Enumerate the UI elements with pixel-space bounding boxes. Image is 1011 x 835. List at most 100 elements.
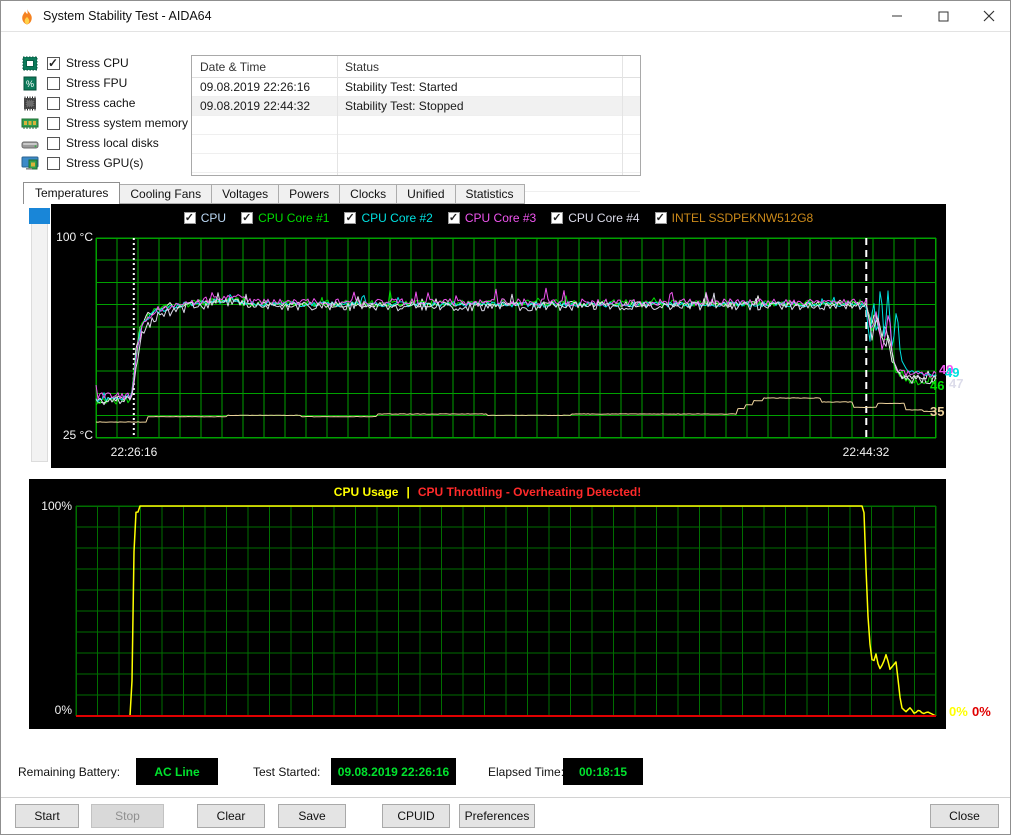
legend-item-core3[interactable]: CPU Core #3 xyxy=(447,211,537,225)
legend-core1-label: CPU Core #1 xyxy=(258,211,330,225)
temperature-chart xyxy=(95,237,937,439)
flame-app-icon xyxy=(22,9,32,25)
minimize-button[interactable] xyxy=(874,1,920,31)
log-datetime: 09.08.2019 22:44:32 xyxy=(200,99,311,113)
temperature-legend: CPU CPU Core #1 CPU Core #2 CPU Core #3 … xyxy=(51,208,946,228)
cpu-icon xyxy=(22,56,38,70)
test-started-value-box: 09.08.2019 22:26:16 xyxy=(331,758,456,785)
clear-button[interactable]: Clear xyxy=(197,804,265,828)
window-title: System Stability Test - AIDA64 xyxy=(43,9,212,23)
temp-value-core1: 46 xyxy=(930,378,945,393)
temperature-scale-slider-handle[interactable] xyxy=(29,208,50,224)
test-started-value: 09.08.2019 22:26:16 xyxy=(337,764,450,779)
column-header-status[interactable]: Status xyxy=(337,60,640,74)
titlebar: System Stability Test - AIDA64 xyxy=(1,1,1010,32)
legend-ssd-checkbox[interactable] xyxy=(654,211,667,224)
cpuid-button[interactable]: CPUID xyxy=(382,804,450,828)
stop-button[interactable]: Stop xyxy=(91,804,164,828)
elapsed-time-value: 00:18:15 xyxy=(578,764,628,779)
stress-cpu-row[interactable]: Stress CPU xyxy=(21,53,188,73)
table-row[interactable]: 09.08.2019 22:26:16 Stability Test: Star… xyxy=(192,78,640,97)
close-icon xyxy=(983,10,995,22)
stress-memory-row[interactable]: Stress system memory xyxy=(21,113,188,133)
tab-temperatures[interactable]: Temperatures xyxy=(23,182,121,204)
elapsed-time-value-box: 00:18:15 xyxy=(563,758,643,785)
tab-statistics[interactable]: Statistics xyxy=(454,184,525,204)
stress-gpu-checkbox[interactable] xyxy=(47,156,60,170)
memory-icon xyxy=(21,118,39,129)
stress-fpu-label: Stress FPU xyxy=(66,76,128,90)
table-row[interactable]: 09.08.2019 22:44:32 Stability Test: Stop… xyxy=(192,97,640,116)
temperature-scale-track[interactable] xyxy=(31,210,48,462)
test-started-label: Test Started: xyxy=(253,765,321,779)
legend-cpu-label: CPU xyxy=(200,211,227,225)
temp-x-start-label: 22:26:16 xyxy=(110,445,158,459)
stress-cache-row[interactable]: Stress cache xyxy=(21,93,188,113)
battery-label: Remaining Battery: xyxy=(18,765,121,779)
stress-memory-checkbox[interactable] xyxy=(47,116,60,130)
usage-title-separator: | xyxy=(406,485,410,499)
stress-fpu-row[interactable]: % Stress FPU xyxy=(21,73,188,93)
tab-cooling-fans[interactable]: Cooling Fans xyxy=(119,184,213,204)
battery-value-box: AC Line xyxy=(136,758,218,785)
event-log-table: Date & Time Status 09.08.2019 22:26:16 S… xyxy=(191,55,641,192)
table-empty-row xyxy=(192,116,640,135)
stress-disks-checkbox[interactable] xyxy=(47,136,60,150)
table-header-row: Date & Time Status xyxy=(192,56,640,78)
legend-core2-checkbox[interactable] xyxy=(344,211,357,224)
stress-cpu-checkbox[interactable] xyxy=(47,56,60,70)
column-header-datetime[interactable]: Date & Time xyxy=(192,60,337,74)
legend-cpu-checkbox[interactable] xyxy=(183,211,196,224)
preferences-button[interactable]: Preferences xyxy=(459,804,535,828)
stress-disks-label: Stress local disks xyxy=(66,136,159,150)
stress-gpu-row[interactable]: Stress GPU(s) xyxy=(21,153,188,173)
temp-value-ssd: 35 xyxy=(930,404,945,419)
table-column-divider-2 xyxy=(622,56,623,175)
maximize-icon xyxy=(938,11,948,21)
legend-item-core1[interactable]: CPU Core #1 xyxy=(241,211,329,225)
legend-item-ssd[interactable]: INTEL SSDPEKNW512G8 xyxy=(654,211,813,225)
log-status: Stability Test: Started xyxy=(345,80,458,94)
legend-core3-label: CPU Core #3 xyxy=(464,211,537,225)
tab-clocks[interactable]: Clocks xyxy=(339,184,398,204)
disk-icon xyxy=(21,141,39,148)
log-datetime: 09.08.2019 22:26:16 xyxy=(200,80,311,94)
close-button[interactable]: Close xyxy=(930,804,999,828)
legend-core1-checkbox[interactable] xyxy=(241,211,254,224)
cache-icon xyxy=(24,96,36,110)
chart-tabs: Temperatures Cooling Fans Voltages Power… xyxy=(23,182,525,204)
usage-value-yellow: 0% xyxy=(949,704,968,719)
table-column-divider xyxy=(337,56,338,175)
tab-voltages[interactable]: Voltages xyxy=(211,184,280,204)
usage-y-min-label: 0% xyxy=(54,703,72,717)
tab-unified[interactable]: Unified xyxy=(396,184,456,204)
save-button[interactable]: Save xyxy=(278,804,346,828)
stress-gpu-label: Stress GPU(s) xyxy=(66,156,144,170)
cpu-usage-panel: CPU Usage | CPU Throttling - Overheating… xyxy=(29,479,946,729)
start-button[interactable]: Start xyxy=(15,804,79,828)
legend-core3-checkbox[interactable] xyxy=(447,211,460,224)
system-stability-test-window: System Stability Test - AIDA64 Stress CP… xyxy=(0,0,1011,835)
table-empty-row xyxy=(192,154,640,173)
elapsed-time-label: Elapsed Time: xyxy=(488,765,565,779)
minimize-icon xyxy=(892,15,902,17)
cpu-usage-chart xyxy=(75,505,937,717)
stress-fpu-checkbox[interactable] xyxy=(47,76,60,90)
legend-core4-checkbox[interactable] xyxy=(551,211,564,224)
maximize-button[interactable] xyxy=(920,1,966,31)
stress-cache-checkbox[interactable] xyxy=(47,96,60,110)
log-status: Stability Test: Stopped xyxy=(345,99,464,113)
legend-core4-label: CPU Core #4 xyxy=(568,211,640,225)
stress-disks-row[interactable]: Stress local disks xyxy=(21,133,188,153)
temp-value-core4: 47 xyxy=(949,376,964,391)
tab-powers[interactable]: Powers xyxy=(278,184,341,204)
stress-cache-label: Stress cache xyxy=(66,96,136,110)
stress-memory-label: Stress system memory xyxy=(66,116,189,130)
legend-item-cpu[interactable]: CPU xyxy=(183,211,227,225)
close-window-button[interactable] xyxy=(966,1,1010,31)
usage-title: CPU Usage xyxy=(333,485,399,499)
legend-item-core2[interactable]: CPU Core #2 xyxy=(344,211,433,225)
legend-item-core4[interactable]: CPU Core #4 xyxy=(551,211,640,225)
temp-y-max-label: 100 °C xyxy=(56,230,93,244)
usage-title-row: CPU Usage | CPU Throttling - Overheating… xyxy=(29,485,946,499)
